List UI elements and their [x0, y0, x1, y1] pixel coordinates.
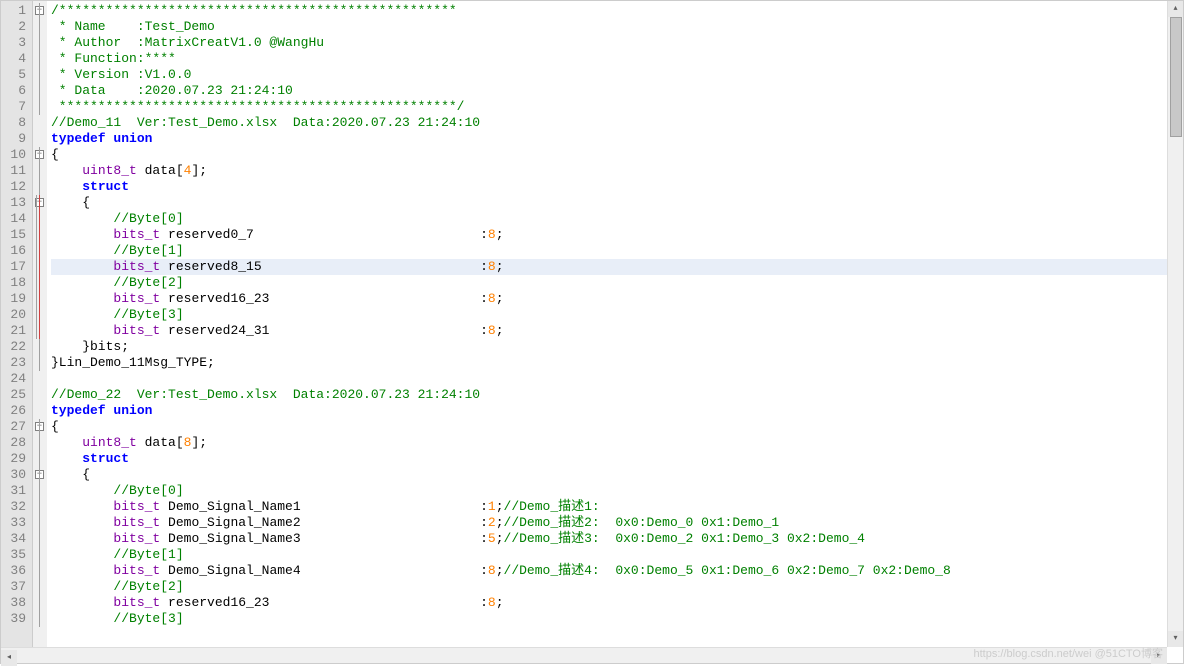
- line-number: 22: [5, 339, 26, 355]
- line-number: 1: [5, 3, 26, 19]
- line-number: 38: [5, 595, 26, 611]
- code-line[interactable]: bits_t Demo_Signal_Name4 :8;//Demo_描述4: …: [51, 563, 1183, 579]
- code-line[interactable]: [51, 371, 1183, 387]
- line-number: 2: [5, 19, 26, 35]
- line-number: 30: [5, 467, 26, 483]
- line-number: 12: [5, 179, 26, 195]
- line-number: 35: [5, 547, 26, 563]
- code-line[interactable]: * Version :V1.0.0: [51, 67, 1183, 83]
- code-line[interactable]: //Byte[0]: [51, 483, 1183, 499]
- line-number: 25: [5, 387, 26, 403]
- code-editor[interactable]: 1234567891011121314151617181920212223242…: [1, 1, 1183, 663]
- code-line[interactable]: uint8_t data[4];: [51, 163, 1183, 179]
- line-number: 32: [5, 499, 26, 515]
- code-line[interactable]: {: [51, 147, 1183, 163]
- line-number: 13: [5, 195, 26, 211]
- code-line[interactable]: * Author :MatrixCreatV1.0 @WangHu: [51, 35, 1183, 51]
- line-number: 8: [5, 115, 26, 131]
- line-number-gutter: 1234567891011121314151617181920212223242…: [1, 1, 33, 663]
- code-line[interactable]: bits_t reserved24_31 :8;: [51, 323, 1183, 339]
- line-number: 19: [5, 291, 26, 307]
- code-line[interactable]: * Function:****: [51, 51, 1183, 67]
- code-line[interactable]: bits_t Demo_Signal_Name2 :2;//Demo_描述2: …: [51, 515, 1183, 531]
- code-line[interactable]: //Byte[3]: [51, 307, 1183, 323]
- code-line[interactable]: bits_t reserved16_23 :8;: [51, 595, 1183, 611]
- code-line[interactable]: uint8_t data[8];: [51, 435, 1183, 451]
- code-line[interactable]: * Data :2020.07.23 21:24:10: [51, 83, 1183, 99]
- code-line[interactable]: //Demo_22 Ver:Test_Demo.xlsx Data:2020.0…: [51, 387, 1183, 403]
- line-number: 18: [5, 275, 26, 291]
- vertical-scrollbar[interactable]: ▴ ▾: [1167, 1, 1183, 647]
- code-line[interactable]: typedef union: [51, 403, 1183, 419]
- code-line[interactable]: }bits;: [51, 339, 1183, 355]
- line-number: 16: [5, 243, 26, 259]
- line-number: 11: [5, 163, 26, 179]
- line-number: 6: [5, 83, 26, 99]
- line-number: 24: [5, 371, 26, 387]
- code-line[interactable]: //Byte[3]: [51, 611, 1183, 627]
- code-line[interactable]: /***************************************…: [51, 3, 1183, 19]
- line-number: 20: [5, 307, 26, 323]
- code-line[interactable]: }Lin_Demo_11Msg_TYPE;: [51, 355, 1183, 371]
- code-line[interactable]: //Byte[1]: [51, 243, 1183, 259]
- code-line[interactable]: bits_t Demo_Signal_Name1 :1;//Demo_描述1:: [51, 499, 1183, 515]
- code-line[interactable]: bits_t Demo_Signal_Name3 :5;//Demo_描述3: …: [51, 531, 1183, 547]
- code-line[interactable]: {: [51, 419, 1183, 435]
- scroll-up-arrow[interactable]: ▴: [1168, 1, 1183, 17]
- code-line[interactable]: struct: [51, 179, 1183, 195]
- code-line[interactable]: //Byte[0]: [51, 211, 1183, 227]
- code-line[interactable]: ****************************************…: [51, 99, 1183, 115]
- line-number: 23: [5, 355, 26, 371]
- code-line[interactable]: struct: [51, 451, 1183, 467]
- code-line[interactable]: //Demo_11 Ver:Test_Demo.xlsx Data:2020.0…: [51, 115, 1183, 131]
- code-line[interactable]: {: [51, 467, 1183, 483]
- code-line[interactable]: //Byte[2]: [51, 579, 1183, 595]
- code-line[interactable]: typedef union: [51, 131, 1183, 147]
- code-area[interactable]: /***************************************…: [47, 1, 1183, 663]
- line-number: 14: [5, 211, 26, 227]
- line-number: 17: [5, 259, 26, 275]
- code-line[interactable]: bits_t reserved0_7 :8;: [51, 227, 1183, 243]
- line-number: 7: [5, 99, 26, 115]
- watermark-text: https://blog.csdn.net/wei @51CTO博客: [974, 645, 1164, 661]
- fold-column[interactable]: −−−−−: [33, 1, 47, 663]
- scroll-thumb-v[interactable]: [1170, 17, 1182, 137]
- line-number: 4: [5, 51, 26, 67]
- code-line[interactable]: {: [51, 195, 1183, 211]
- line-number: 9: [5, 131, 26, 147]
- line-number: 26: [5, 403, 26, 419]
- line-number: 39: [5, 611, 26, 627]
- line-number: 34: [5, 531, 26, 547]
- code-line[interactable]: * Name :Test_Demo: [51, 19, 1183, 35]
- scroll-down-arrow[interactable]: ▾: [1168, 631, 1183, 647]
- line-number: 33: [5, 515, 26, 531]
- line-number: 21: [5, 323, 26, 339]
- line-number: 5: [5, 67, 26, 83]
- line-number: 10: [5, 147, 26, 163]
- line-number: 31: [5, 483, 26, 499]
- line-number: 15: [5, 227, 26, 243]
- code-line[interactable]: bits_t reserved16_23 :8;: [51, 291, 1183, 307]
- line-number: 27: [5, 419, 26, 435]
- code-line[interactable]: //Byte[1]: [51, 547, 1183, 563]
- line-number: 28: [5, 435, 26, 451]
- line-number: 37: [5, 579, 26, 595]
- line-number: 36: [5, 563, 26, 579]
- code-line[interactable]: bits_t reserved8_15 :8;: [51, 259, 1183, 275]
- line-number: 3: [5, 35, 26, 51]
- line-number: 29: [5, 451, 26, 467]
- code-line[interactable]: //Byte[2]: [51, 275, 1183, 291]
